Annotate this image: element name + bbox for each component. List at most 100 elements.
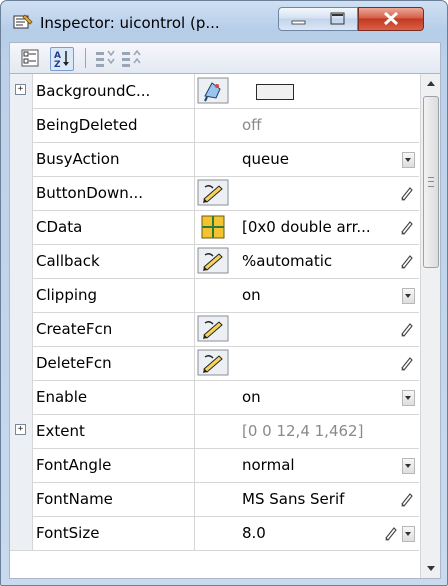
property-value[interactable]: on [242,278,402,312]
property-row[interactable]: FontAngle normal [10,448,419,483]
property-name: ButtonDown... [36,184,144,202]
edit-pencil-icon[interactable] [400,219,414,235]
dropdown-arrow-icon[interactable] [402,526,415,542]
property-value[interactable] [242,346,402,380]
callback-editor-icon[interactable] [195,349,231,377]
column-divider [194,482,195,516]
property-row[interactable]: Clipping on [10,278,419,313]
edit-pencil-icon[interactable] [400,185,414,201]
close-icon [383,11,399,26]
property-row[interactable]: FontSize 8.0 [10,516,419,551]
dropdown-arrow-icon[interactable] [402,288,415,304]
row-gutter [10,176,33,210]
property-value[interactable]: on [242,380,402,414]
property-value[interactable]: [0x0 double arr... [242,210,402,244]
row-gutter: + [10,74,33,108]
svg-text:Z: Z [54,60,61,70]
property-row[interactable]: + BackgroundC... [10,74,419,109]
property-name: FontName [36,490,113,508]
inspector-toolbar: A Z [9,42,441,73]
property-row[interactable]: BusyAction queue [10,142,419,177]
maximize-button[interactable] [318,7,358,31]
edit-pencil-icon[interactable] [400,321,414,337]
color-picker-icon[interactable] [195,77,231,105]
property-value[interactable]: queue [242,142,402,176]
toolbar-separator [85,48,86,68]
property-row[interactable]: CreateFcn [10,312,419,347]
row-gutter: + [10,414,33,448]
array-editor-icon[interactable] [195,213,231,241]
dropdown-arrow-icon[interactable] [402,390,415,406]
collapse-all-icon [122,49,141,67]
property-value[interactable]: 8.0 [242,516,402,550]
property-row[interactable]: DeleteFcn [10,346,419,381]
property-name: CData [36,218,83,236]
sort-alphabetical-button[interactable]: A Z [50,47,74,71]
categorized-view-button[interactable] [19,47,41,69]
expand-all-icon [96,50,115,67]
row-gutter [10,244,33,278]
close-button[interactable] [358,7,424,31]
column-divider [194,448,195,482]
scroll-up-icon[interactable] [423,74,439,94]
property-value[interactable]: normal [242,448,402,482]
row-gutter [10,108,33,142]
column-divider [194,414,195,448]
inspector-window: Inspector: uicontrol (p... A Z + Backgro… [0,0,448,586]
property-name: BeingDeleted [36,116,138,134]
callback-editor-icon[interactable] [195,179,231,207]
row-gutter [10,142,33,176]
categorized-view-icon [21,49,39,67]
property-row[interactable]: Enable on [10,380,419,415]
scrollbar-thumb[interactable] [423,96,439,268]
edit-pencil-icon[interactable] [400,253,414,269]
dropdown-arrow-icon[interactable] [402,152,415,168]
property-row[interactable]: ButtonDown... [10,176,419,211]
property-row[interactable]: CData [0x0 double arr... [10,210,419,245]
property-grid: + BackgroundC... BeingDeleted off BusyAction… [9,73,441,579]
row-gutter [10,380,33,414]
window-controls [268,7,442,33]
title-bar[interactable]: Inspector: uicontrol (p... [1,1,447,41]
minimize-icon [291,20,306,25]
property-row[interactable]: FontName MS Sans Serif [10,482,419,517]
collapse-all-button[interactable] [120,47,142,69]
property-row[interactable]: + Extent [0 0 12,4 1,462] [10,414,419,449]
callback-editor-icon[interactable] [195,315,231,343]
scroll-down-icon[interactable] [423,558,439,578]
property-name: Extent [36,422,85,440]
window-title: Inspector: uicontrol (p... [40,14,220,32]
expand-all-button[interactable] [94,47,116,69]
property-name: BusyAction [36,150,120,168]
property-name: BackgroundC... [36,82,151,100]
property-value: [0 0 12,4 1,462] [242,422,364,440]
dropdown-arrow-icon[interactable] [402,458,415,474]
row-gutter [10,278,33,312]
property-value[interactable] [242,74,402,108]
property-name: CreateFcn [36,320,113,338]
property-value[interactable]: %automatic [242,244,402,278]
callback-editor-icon[interactable] [195,247,231,275]
property-value[interactable] [242,312,402,346]
minimize-button[interactable] [278,7,319,31]
scrollbar-grip [428,177,434,187]
property-value[interactable]: MS Sans Serif [242,482,402,516]
expand-plus-icon[interactable]: + [15,84,26,95]
property-name: FontSize [36,524,100,542]
property-name: Enable [36,388,88,406]
property-row[interactable]: Callback %automatic [10,244,419,279]
sort-alphabetical-icon: A Z [54,51,69,70]
column-divider [194,142,195,176]
row-gutter [10,448,33,482]
edit-pencil-icon[interactable] [400,491,414,507]
property-value[interactable] [242,176,402,210]
row-gutter [10,312,33,346]
edit-pencil-icon[interactable] [384,525,398,541]
property-name: Callback [36,252,100,270]
property-name: DeleteFcn [36,354,112,372]
vertical-scrollbar[interactable] [420,74,440,578]
expand-plus-icon[interactable]: + [15,424,26,435]
column-divider [194,380,195,414]
edit-pencil-icon[interactable] [400,355,414,371]
property-row[interactable]: BeingDeleted off [10,108,419,143]
